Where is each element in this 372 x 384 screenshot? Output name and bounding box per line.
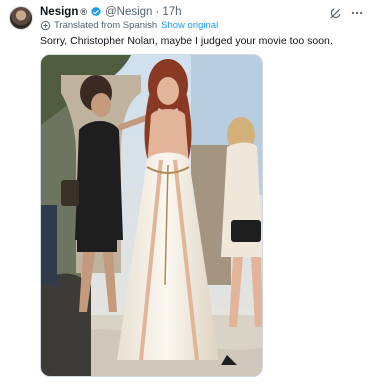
show-original-link[interactable]: Show original <box>161 20 218 31</box>
registered-mark: ® <box>80 7 87 17</box>
timestamp[interactable]: 17h <box>162 6 181 18</box>
tweet-text: Sorry, Christopher Nolan, maybe I judged… <box>40 35 333 47</box>
more-icon[interactable] <box>350 6 364 20</box>
tweet-actions-top <box>328 6 364 20</box>
translation-note: Translated from Spanish <box>54 20 158 31</box>
translate-icon <box>40 20 51 31</box>
tweet-image[interactable] <box>40 54 263 377</box>
photo-illustration <box>41 55 262 376</box>
grok-icon[interactable] <box>328 6 342 20</box>
handle[interactable]: @Nesign <box>105 6 152 18</box>
separator-dot: · <box>155 6 160 18</box>
tweet-header: Nesign ® @Nesign · 17h <box>40 5 182 19</box>
translation-row: Translated from Spanish Show original <box>40 20 218 31</box>
verified-badge-icon <box>90 6 102 18</box>
display-name[interactable]: Nesign <box>40 6 78 18</box>
avatar[interactable] <box>9 6 33 30</box>
